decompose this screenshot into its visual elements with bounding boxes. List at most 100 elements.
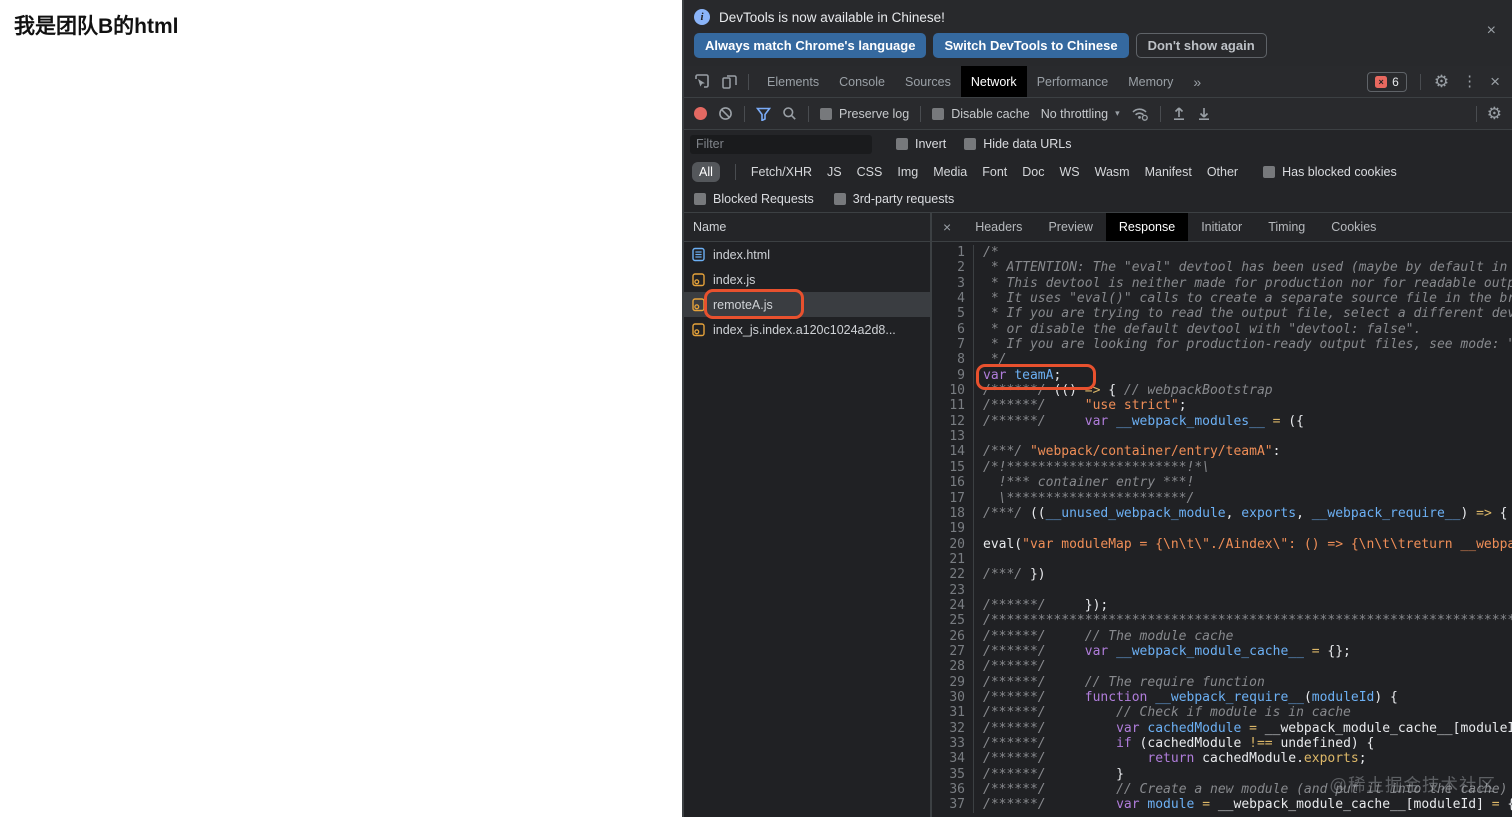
settings-gear-icon[interactable]: ⚙ [1434,73,1449,90]
kebab-menu-icon[interactable]: ⋮ [1462,74,1477,89]
code-line: 30 /******/ function __webpack_require__(… [932,689,1512,706]
divider [1159,105,1161,122]
has-blocked-cookies-control[interactable]: Has blocked cookies [1263,165,1397,179]
filter-chip-wasm[interactable]: Wasm [1095,165,1130,179]
detail-tabbar: × Headers Preview Response Initiator Timing C… [932,213,1512,242]
tab-memory[interactable]: Memory [1118,66,1183,97]
line-number: 18 [932,505,974,522]
code-line: 25 /*************************************… [932,613,1512,629]
line-number: 17 [932,490,974,506]
request-row-index-js[interactable]: index.js [684,267,930,292]
preserve-log-control[interactable]: Preserve log [820,107,909,121]
has-blocked-cookies-checkbox[interactable] [1263,166,1276,178]
divider [734,164,736,180]
line-content: /******/ var module = __webpack_module_c… [983,797,1512,813]
line-number: 13 [932,429,974,445]
switch-devtools-chinese-button[interactable]: Switch DevTools to Chinese [933,33,1129,58]
disable-cache-checkbox[interactable] [932,107,945,120]
dont-show-again-button[interactable]: Don't show again [1135,33,1267,58]
filter-chip-js[interactable]: JS [827,165,842,179]
tab-sources[interactable]: Sources [895,66,961,97]
search-icon[interactable] [782,106,797,121]
tab-network[interactable]: Network [960,66,1027,97]
code-line: 12 /******/ var __webpack_modules__ = ({ [932,413,1512,430]
tab-performance[interactable]: Performance [1027,66,1119,97]
code-line: 5 * If you are trying to read the output… [932,306,1512,322]
filter-chip-ws[interactable]: WS [1059,165,1079,179]
preserve-log-checkbox[interactable] [820,107,832,120]
code-line: 1 /* [932,245,1512,261]
line-content: /******/ var __webpack_module_cache__ = … [983,643,1351,659]
blocked-requests-control[interactable]: Blocked Requests [694,192,814,206]
inspect-element-icon[interactable] [694,73,711,90]
chevron-down-icon: ▾ [1115,108,1120,118]
line-number: 34 [932,751,974,767]
detail-tab-initiator[interactable]: Initiator [1188,213,1255,241]
request-row-remotea-js[interactable]: remoteA.js [684,292,930,317]
line-number: 23 [932,582,974,598]
third-party-checkbox[interactable] [833,193,846,205]
third-party-control[interactable]: 3rd-party requests [833,192,954,206]
filter-chip-media[interactable]: Media [933,165,967,179]
code-line: 9 var teamA; [932,367,1512,384]
line-number: 35 [932,766,974,783]
device-toolbar-icon[interactable] [721,73,738,90]
code-line: 10 /******/ (() => { // webpackBootstrap [932,383,1512,399]
hide-data-urls-label: Hide data URLs [983,137,1072,151]
filter-chip-img[interactable]: Img [897,165,918,179]
code-line: 37 /******/ var module = __webpack_module… [932,797,1512,813]
error-badge[interactable]: × 6 [1367,71,1407,92]
detail-tab-preview[interactable]: Preview [1035,213,1105,241]
always-match-language-button[interactable]: Always match Chrome's language [694,33,927,58]
close-detail-icon[interactable]: × [932,213,962,241]
filter-chip-manifest[interactable]: Manifest [1145,165,1192,179]
infobar-message: DevTools is now available in Chinese! [719,9,945,25]
filter-funnel-icon[interactable] [756,107,771,121]
filter-chip-other[interactable]: Other [1207,165,1238,179]
detail-tab-timing[interactable]: Timing [1255,213,1318,241]
more-tabs-icon[interactable]: » [1183,66,1211,97]
hide-data-urls-checkbox[interactable] [964,138,977,150]
blocked-requests-checkbox[interactable] [694,193,706,205]
name-column-header[interactable]: Name [684,213,930,242]
code-line: 13 [932,429,1512,445]
filter-chip-fetch-xhr[interactable]: Fetch/XHR [751,165,812,179]
line-number: 8 [932,352,974,368]
close-devtools-icon[interactable]: × [1490,73,1500,90]
tab-elements[interactable]: Elements [757,66,829,97]
export-har-icon[interactable] [1197,106,1211,121]
response-code-viewer[interactable]: 1/* 2 * ATTENTION: The "eval" devtool has… [932,242,1512,817]
code-line: 23 [932,582,1512,598]
language-infobar: i DevTools is now available in Chinese! … [684,0,1512,66]
invert-control[interactable]: Invert [896,137,946,151]
hide-data-urls-control[interactable]: Hide data URLs [964,137,1072,151]
disable-cache-control[interactable]: Disable cache [932,107,1030,121]
filter-chip-all[interactable]: All [692,162,720,182]
line-number: 33 [932,736,974,752]
filter-chip-doc[interactable]: Doc [1022,165,1044,179]
detail-tab-cookies[interactable]: Cookies [1318,213,1389,241]
clear-icon[interactable] [718,106,733,121]
filter-chip-font[interactable]: Font [982,165,1007,179]
invert-checkbox[interactable] [896,138,908,150]
detail-tab-response[interactable]: Response [1105,213,1189,241]
line-content: /* [983,245,999,260]
throttling-dropdown[interactable]: No throttling ▾ [1041,107,1120,121]
network-conditions-icon[interactable] [1131,106,1149,121]
tab-console[interactable]: Console [829,66,895,97]
info-icon: i [694,9,710,25]
error-count: 6 [1392,74,1399,89]
infobar-close-icon[interactable]: × [1487,22,1496,40]
filter-input[interactable] [690,134,872,154]
request-name: remoteA.js [713,297,773,312]
record-button[interactable] [694,107,707,120]
request-row-index-js-index-a120c1024a2d8[interactable]: index_js.index.a120c1024a2d8... [684,317,930,342]
filter-chip-css[interactable]: CSS [857,165,883,179]
network-settings-gear-icon[interactable]: ⚙ [1487,105,1502,122]
line-number: 12 [932,413,974,430]
code-line: 32 /******/ var cachedModule = __webpack_… [932,720,1512,736]
request-row-index-html[interactable]: index.html [684,242,930,267]
import-har-icon[interactable] [1172,106,1186,121]
detail-tab-headers[interactable]: Headers [962,213,1035,241]
page-content: 我是团队B的html [0,0,682,817]
